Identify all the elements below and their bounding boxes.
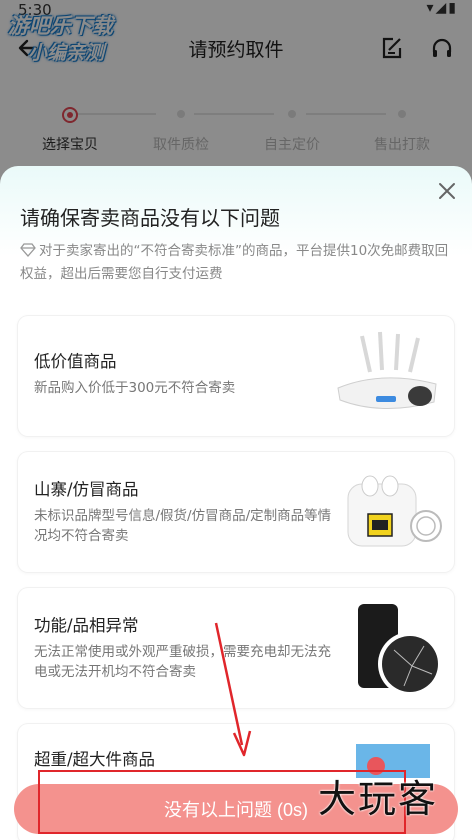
card-title: 山寨/仿冒商品 [34, 480, 139, 499]
sheet-note-text: 对于卖家寄出的“不符合寄卖标准”的商品，平台提供10次免邮费取回权益，超出后需要… [20, 243, 449, 282]
card-title: 低价值商品 [34, 352, 117, 371]
sheet-note: 对于卖家寄出的“不符合寄卖标准”的商品，平台提供10次免邮费取回权益，超出后需要… [20, 240, 460, 286]
sheet-title: 请确保寄卖商品没有以下问题 [20, 206, 280, 230]
router-massager-image [337, 331, 437, 409]
card-desc: 未标识品牌型号信息/假货/仿冒商品/定制商品等情况均不符合寄卖 [34, 508, 332, 544]
annotation-arrow [214, 622, 252, 757]
earbuds-image [347, 475, 442, 547]
card-title: 超重/超大件商品 [34, 750, 156, 769]
card-title: 功能/品相异常 [34, 616, 139, 635]
watermark-brand: 大玩客 [318, 777, 439, 821]
broken-phone-image [358, 604, 442, 696]
diamond-icon [20, 243, 36, 257]
requirements-sheet: 请确保寄卖商品没有以下问题 对于卖家寄出的“不符合寄卖标准”的商品，平台提供10… [0, 166, 472, 840]
criteria-card: 山寨/仿冒商品 未标识品牌型号信息/假货/仿冒商品/定制商品等情况均不符合寄卖 [18, 452, 454, 572]
card-desc: 新品购入价低于300元不符合寄卖 [34, 380, 236, 396]
criteria-card: 低价值商品 新品购入价低于300元不符合寄卖 [18, 316, 454, 436]
close-icon[interactable] [436, 180, 458, 202]
card-desc: 无法正常使用或外观严重破损，需要充电却无法充电或无法开机均不符合寄卖 [34, 644, 331, 680]
